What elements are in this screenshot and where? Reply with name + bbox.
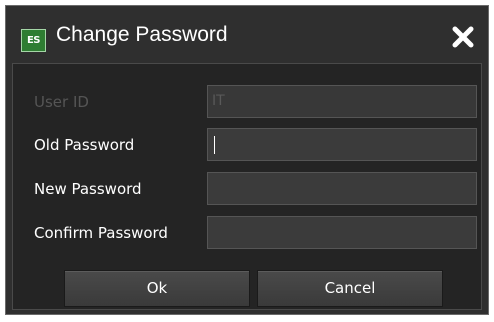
confirm-password-field[interactable] [207, 216, 477, 249]
confirm-password-label: Confirm Password [34, 224, 168, 242]
new-password-field[interactable] [207, 172, 477, 205]
app-logo-icon: ES [21, 29, 46, 52]
new-password-label: New Password [34, 180, 142, 198]
text-caret [214, 136, 215, 154]
title-bar: ES Change Password [6, 6, 488, 58]
user-id-label: User ID [34, 93, 89, 111]
form-panel: User ID IT Old Password New Password Con… [12, 63, 482, 310]
ok-button[interactable]: Ok [64, 270, 250, 307]
old-password-label: Old Password [34, 136, 135, 154]
old-password-field[interactable] [207, 128, 477, 161]
cancel-button[interactable]: Cancel [257, 270, 443, 307]
change-password-dialog: ES Change Password User ID IT Old Passwo… [5, 5, 489, 315]
close-icon[interactable] [449, 23, 477, 51]
user-id-field: IT [207, 85, 477, 118]
close-x-glyph [452, 26, 474, 48]
dialog-title: Change Password [56, 23, 228, 46]
